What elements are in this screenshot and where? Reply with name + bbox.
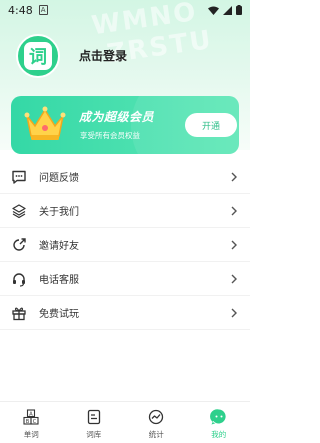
bottom-tab-bar: ABC 单词 词库 统计 我的 (0, 401, 250, 443)
document-icon (85, 408, 103, 426)
svg-text:C: C (33, 419, 37, 425)
svg-text:B: B (26, 419, 30, 425)
chevron-right-icon (231, 274, 237, 283)
status-indicators (208, 5, 242, 15)
share-invite-icon (11, 237, 27, 253)
menu-item-phone-support[interactable]: 电话客服 (0, 262, 250, 296)
menu-item-label: 邀请好友 (39, 241, 79, 252)
app-logo-icon: 词 (24, 42, 52, 70)
menu-item-label: 问题反馈 (39, 173, 79, 184)
feedback-message-icon (11, 169, 27, 185)
settings-menu: 问题反馈 关于我们 邀请好友 电话客服 免费试玩 (0, 160, 250, 330)
chat-bubble-icon (209, 408, 228, 426)
layers-icon (11, 203, 27, 219)
abc-cards-icon: ABC (22, 408, 40, 426)
vip-membership-card[interactable]: 成为超级会员 享受所有会员权益 开通 (11, 96, 239, 154)
headset-icon (11, 271, 27, 287)
menu-item-invite[interactable]: 邀请好友 (0, 228, 250, 262)
chevron-right-icon (231, 172, 237, 181)
tab-label: 单词 (23, 430, 39, 439)
battery-icon (236, 5, 242, 15)
tab-statistics[interactable]: 统计 (125, 402, 188, 443)
menu-item-label: 关于我们 (39, 207, 79, 218)
tab-label: 统计 (148, 430, 164, 439)
menu-item-label: 电话客服 (39, 275, 79, 286)
avatar[interactable]: 词 (16, 34, 60, 78)
tab-words[interactable]: ABC 单词 (0, 402, 63, 443)
svg-text:A: A (30, 411, 34, 417)
tab-mine[interactable]: 我的 (188, 402, 251, 443)
chart-circle-icon (147, 408, 165, 426)
login-link[interactable]: 点击登录 (79, 47, 127, 64)
svg-text:词: 词 (29, 47, 47, 68)
gift-icon (11, 305, 27, 321)
menu-item-label: 免费试玩 (39, 309, 79, 320)
menu-item-about[interactable]: 关于我们 (0, 194, 250, 228)
signal-icon (223, 5, 232, 15)
open-vip-button[interactable]: 开通 (185, 113, 237, 137)
tab-label: 我的 (211, 430, 227, 439)
wifi-icon (208, 6, 219, 15)
tab-label: 词库 (86, 430, 102, 439)
crown-icon (24, 106, 66, 140)
menu-item-free-trial[interactable]: 免费试玩 (0, 296, 250, 330)
menu-item-feedback[interactable]: 问题反馈 (0, 160, 250, 194)
vip-subtitle: 享受所有会员权益 (80, 131, 140, 140)
vip-title: 成为超级会员 (79, 110, 155, 124)
chevron-right-icon (231, 308, 237, 317)
status-time: 4:48 (8, 3, 33, 17)
chevron-right-icon (231, 240, 237, 249)
tab-wordbank[interactable]: 词库 (63, 402, 126, 443)
notification-icon: A (38, 5, 48, 15)
status-bar: 4:48 A (0, 0, 250, 20)
chevron-right-icon (231, 206, 237, 215)
